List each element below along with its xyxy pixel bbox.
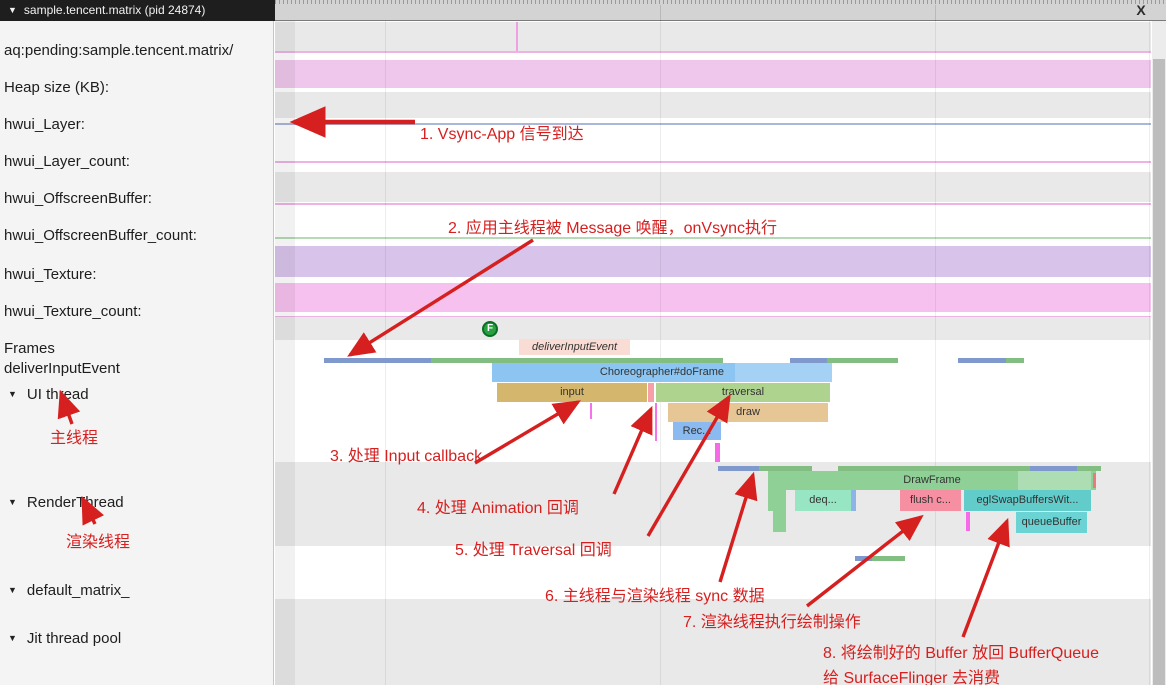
annotation-8-line2: 给 SurfaceFlinger 去消费 — [823, 664, 1000, 685]
thread-state-runnable[interactable] — [855, 556, 872, 561]
thread-label: RenderThread — [27, 494, 124, 511]
titlebar-gridline — [660, 5, 661, 21]
slice-animation-sliver[interactable] — [648, 383, 654, 402]
expander-triangle-icon[interactable]: ▼ — [8, 633, 17, 643]
annotation-2: 2. 应用主线程被 Message 唤醒，onVsync执行 — [448, 214, 777, 238]
track-name-sidebar: aq:pending:sample.tencent.matrix/ Heap s… — [0, 21, 274, 685]
track-label-frames: Frames — [4, 340, 55, 357]
counter-label-heap-size: Heap size (KB): — [4, 79, 109, 96]
gridline — [385, 21, 386, 685]
counter-label-hwui-texture-count: hwui_Texture_count: — [4, 303, 142, 320]
slice-input[interactable]: input — [497, 383, 647, 402]
thread-label: Jit thread pool — [27, 630, 121, 647]
thread-row-ui-thread[interactable]: ▼ UI thread — [8, 386, 89, 403]
track-row-hwui-layer — [275, 92, 1151, 118]
red-sliver — [1093, 473, 1096, 488]
annotation-5: 5. 处理 Traversal 回调 — [455, 536, 612, 560]
slice-flush-commands[interactable]: flush c... — [900, 490, 961, 511]
annotation-7: 7. 渲染线程执行绘制操作 — [683, 608, 861, 632]
gridline — [935, 21, 936, 685]
frame-marker[interactable]: F — [482, 321, 498, 337]
expander-triangle-icon[interactable]: ▼ — [8, 497, 17, 507]
hwui-texture-count-band — [275, 283, 1151, 312]
counter-label-hwui-layer-count: hwui_Layer_count: — [4, 153, 130, 170]
thread-state-running[interactable] — [827, 358, 898, 363]
vertical-scrollbar[interactable] — [1152, 21, 1166, 685]
counter-label-aq-pending: aq:pending:sample.tencent.matrix/ — [4, 42, 233, 59]
annotation-8-line1: 8. 将绘制好的 Buffer 放回 BufferQueue — [823, 639, 1099, 663]
annotation-6: 6. 主线程与渲染线程 sync 数据 — [545, 582, 765, 606]
aq-pending-event-marker — [516, 22, 518, 51]
counter-label-offscreenbuffer-count: hwui_OffscreenBuffer_count: — [4, 227, 197, 244]
titlebar-gridline — [935, 5, 936, 21]
track-label-deliverinputevent: deliverInputEvent — [4, 360, 120, 377]
pink-separator — [275, 203, 1151, 205]
thread-state-running[interactable] — [872, 556, 905, 561]
process-title-bar: ▼ sample.tencent.matrix (pid 24874) X — [0, 0, 1166, 21]
slice-choreographer-light-tail — [735, 363, 832, 382]
note-render-thread: 渲染线程 — [66, 528, 130, 552]
gridline — [1149, 21, 1150, 685]
thread-label: UI thread — [27, 386, 89, 403]
pink-separator — [275, 161, 1151, 163]
slice-queuebuffer[interactable]: queueBuffer — [1016, 512, 1087, 533]
slice-traversal[interactable]: traversal — [656, 383, 830, 402]
track-left-gutter — [275, 21, 295, 685]
slice-dequeuebuffer[interactable]: deq... — [795, 490, 851, 511]
heap-size-band — [275, 60, 1151, 88]
annotation-3: 3. 处理 Input callback — [330, 442, 482, 466]
counter-label-offscreenbuffer: hwui_OffscreenBuffer: — [4, 190, 152, 207]
blue-sliver — [851, 490, 856, 511]
mini-ruler-ticks — [275, 0, 1166, 4]
expander-triangle-icon[interactable]: ▼ — [8, 585, 17, 595]
magenta-marker — [590, 403, 592, 419]
thread-label: default_matrix_ — [27, 582, 130, 599]
counter-label-hwui-layer: hwui_Layer: — [4, 116, 85, 133]
thread-row-jit-thread-pool[interactable]: ▼ Jit thread pool — [8, 630, 121, 647]
thread-state-runnable[interactable] — [324, 358, 431, 363]
process-title: sample.tencent.matrix (pid 24874) — [24, 3, 205, 17]
note-main-thread: 主线程 — [50, 424, 98, 448]
slice-record[interactable]: Rec... — [673, 422, 721, 440]
process-header[interactable]: ▼ sample.tencent.matrix (pid 24874) — [0, 0, 275, 21]
close-icon[interactable]: X — [1132, 0, 1150, 21]
magenta-marker — [655, 403, 657, 441]
green-block[interactable] — [773, 511, 786, 532]
thread-row-default-matrix[interactable]: ▼ default_matrix_ — [8, 582, 129, 599]
magenta-marker-tall — [715, 443, 720, 462]
thread-state-runnable[interactable] — [718, 466, 759, 471]
thread-row-renderthread[interactable]: ▼ RenderThread — [8, 494, 124, 511]
annotation-1: 1. Vsync-App 信号到达 — [420, 120, 584, 144]
hwui-texture-band — [275, 246, 1151, 277]
scrollbar-thumb[interactable] — [1153, 59, 1165, 685]
green-block[interactable] — [768, 490, 786, 511]
slice-drawframe-light-tail — [1018, 471, 1091, 490]
trace-viewer-window: F deliverInputEvent Choreographer#doFram… — [0, 0, 1166, 685]
pink-separator — [275, 51, 1151, 53]
thread-state-running[interactable] — [1006, 358, 1024, 363]
expander-triangle-icon[interactable]: ▼ — [8, 389, 17, 399]
vsync-blue-line — [275, 123, 1151, 125]
thread-state-runnable[interactable] — [958, 358, 1006, 363]
track-row-offscreenbuffer — [275, 172, 1151, 202]
collapse-triangle-icon[interactable]: ▼ — [8, 0, 17, 21]
slice-deliverinputevent[interactable]: deliverInputEvent — [519, 339, 630, 355]
track-row-frames — [275, 317, 1151, 340]
annotation-4: 4. 处理 Animation 回调 — [417, 494, 579, 518]
slice-eglswapbuffers[interactable]: eglSwapBuffersWit... — [964, 490, 1091, 511]
magenta-marker — [966, 512, 970, 531]
counter-label-hwui-texture: hwui_Texture: — [4, 266, 97, 283]
track-row-aq-pending — [275, 22, 1151, 51]
slice-draw[interactable]: draw — [668, 403, 828, 422]
